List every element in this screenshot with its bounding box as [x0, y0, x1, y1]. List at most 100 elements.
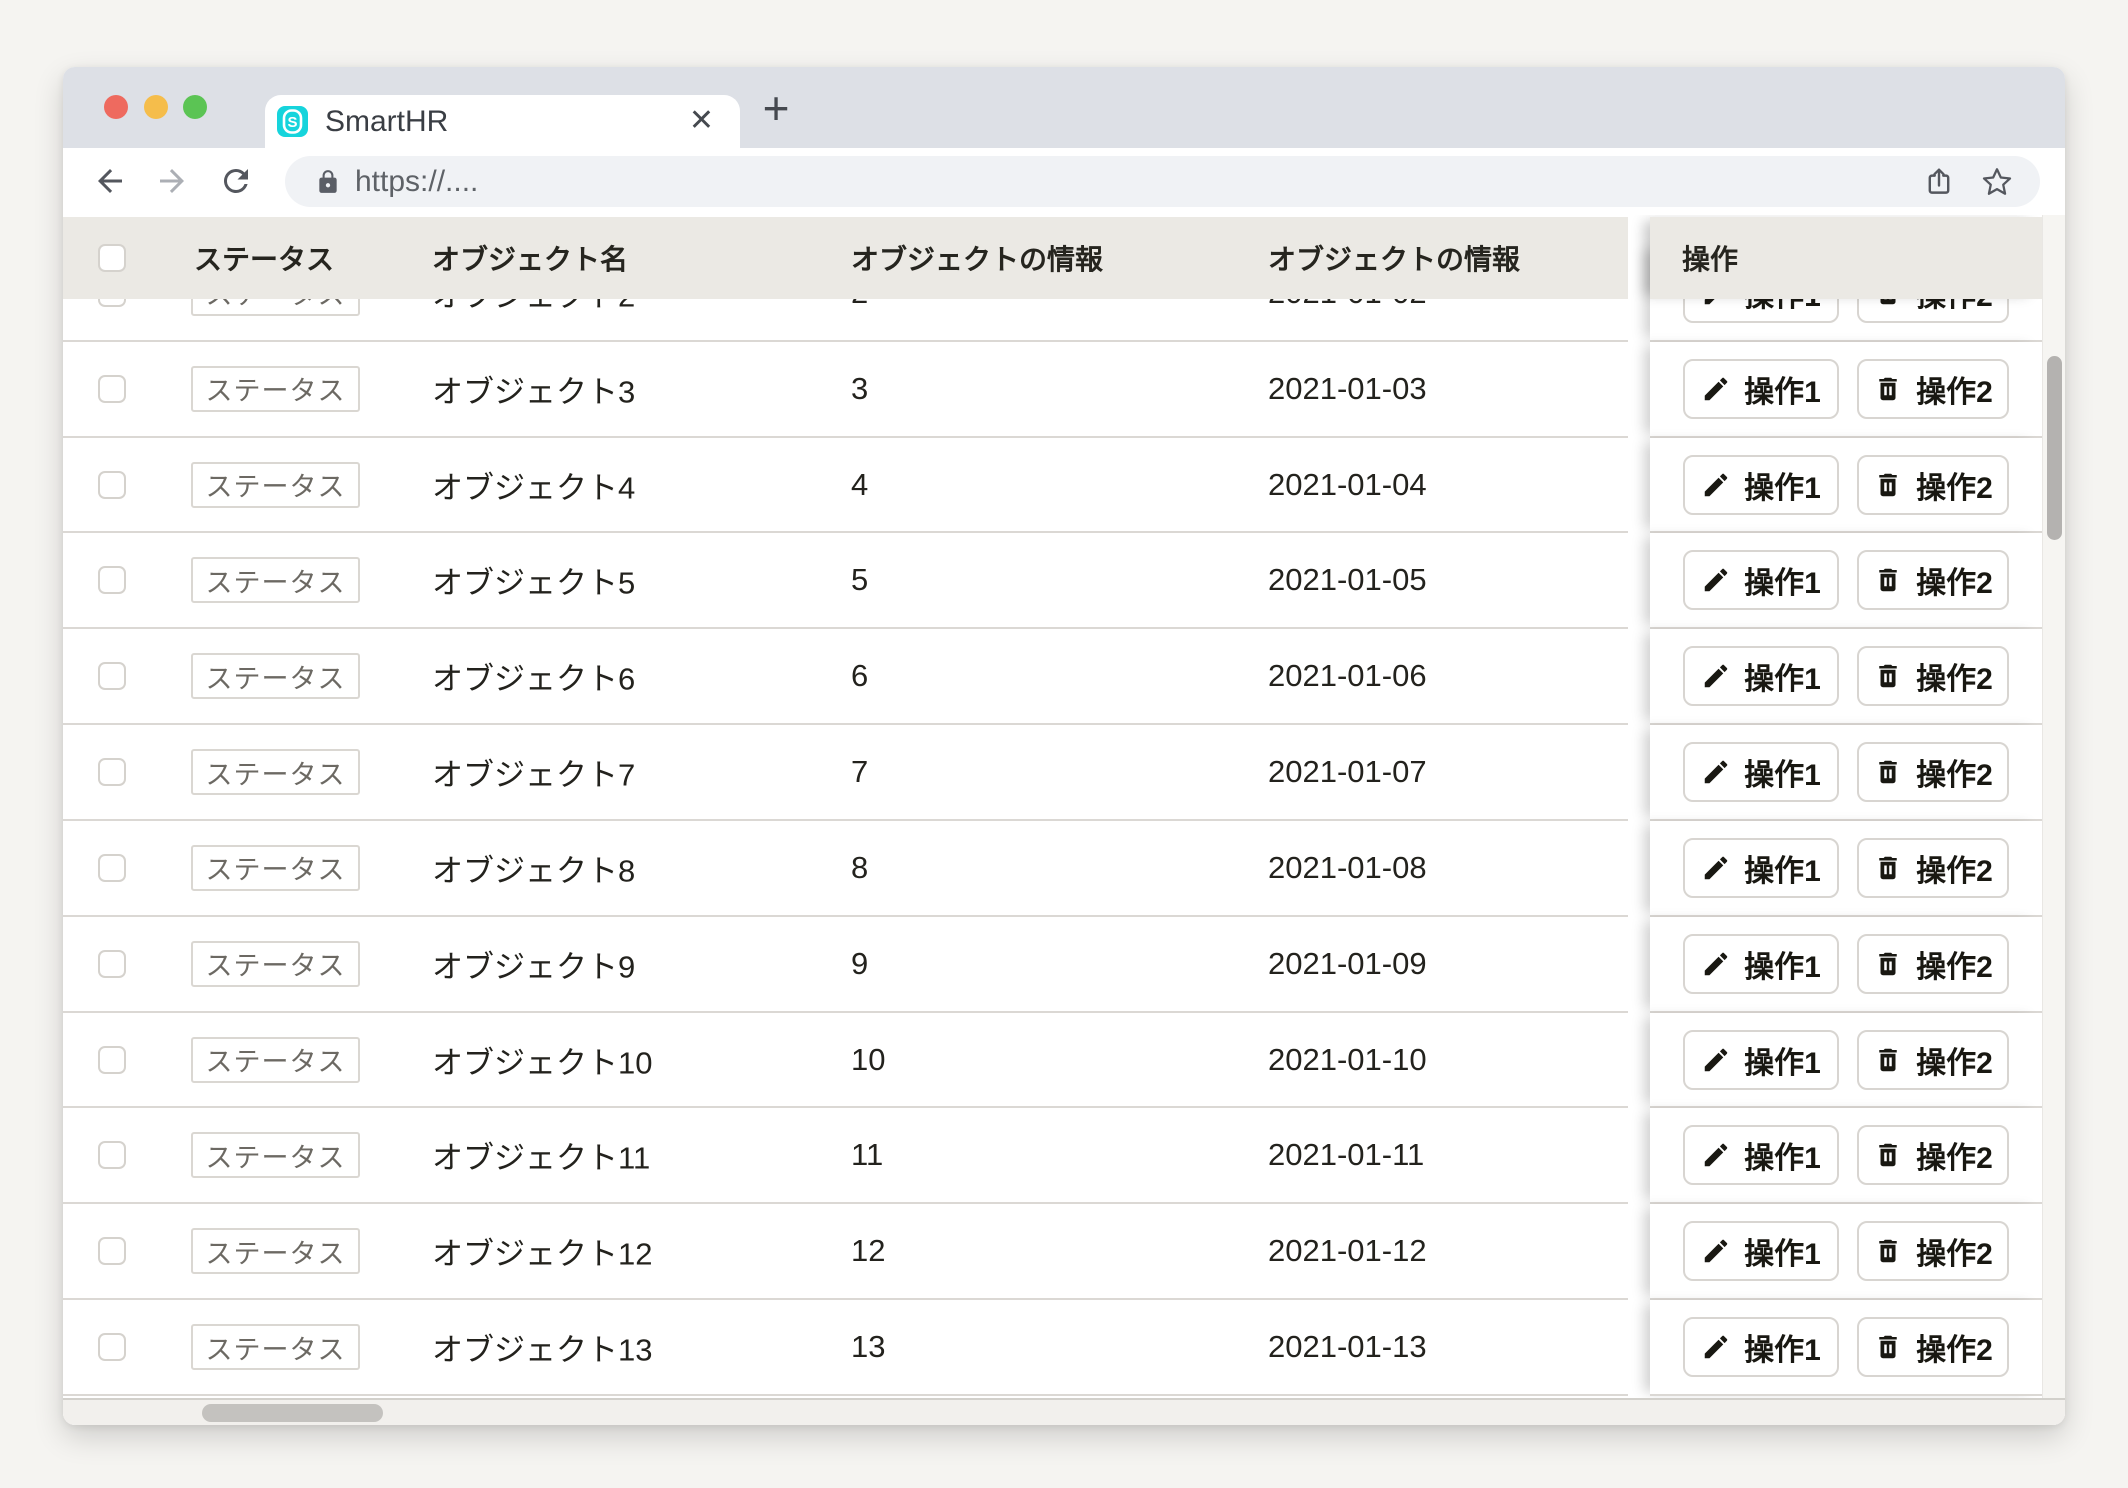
- tab-smarthr[interactable]: S SmartHR ✕: [265, 95, 740, 148]
- row-checkbox[interactable]: [98, 1237, 126, 1265]
- table-row-actions: 操作1 操作2: [1650, 629, 2042, 725]
- action1-button[interactable]: 操作1: [1683, 742, 1839, 802]
- action1-label: 操作1: [1744, 654, 1821, 698]
- action2-label: 操作2: [1916, 558, 1993, 602]
- table-row: ステータス オブジェクト4 4 2021-01-04 操作1 操作2: [63, 438, 2065, 534]
- action1-button[interactable]: 操作1: [1683, 550, 1839, 610]
- object-info1-cell: 10: [851, 1042, 885, 1078]
- horizontal-scrollbar[interactable]: [63, 1398, 2065, 1425]
- object-info2-cell: 2021-01-10: [1268, 1042, 1427, 1078]
- row-checkbox[interactable]: [98, 854, 126, 882]
- action2-button[interactable]: 操作2: [1857, 838, 2009, 898]
- table-row: ステータス オブジェクト3 3 2021-01-03 操作1 操作2: [63, 342, 2065, 438]
- row-checkbox[interactable]: [98, 1141, 126, 1169]
- object-info1-cell: 13: [851, 1329, 885, 1365]
- vertical-scrollbar-thumb[interactable]: [2047, 356, 2062, 540]
- table-row-main: ステータス オブジェクト3 3 2021-01-03: [63, 342, 1628, 438]
- tab-strip: S SmartHR ✕ +: [63, 67, 2065, 148]
- action1-button[interactable]: 操作1: [1683, 934, 1839, 994]
- action1-button[interactable]: 操作1: [1683, 359, 1839, 419]
- action1-label: 操作1: [1744, 942, 1821, 986]
- object-info2-cell: 2021-01-11: [1268, 1137, 1424, 1173]
- action2-label: 操作2: [1916, 942, 1993, 986]
- reload-icon[interactable]: [218, 163, 254, 199]
- object-info2-cell: 2021-01-08: [1268, 850, 1427, 886]
- row-checkbox[interactable]: [98, 375, 126, 403]
- trash-icon: [1873, 1045, 1903, 1075]
- trash-icon: [1873, 757, 1903, 787]
- pencil-icon: [1701, 661, 1731, 691]
- object-info2-cell: 2021-01-09: [1268, 946, 1427, 982]
- action1-label: 操作1: [1744, 463, 1821, 507]
- table-row-main: ステータス オブジェクト9 9 2021-01-09: [63, 917, 1628, 1013]
- action2-button[interactable]: 操作2: [1857, 742, 2009, 802]
- action2-button[interactable]: 操作2: [1857, 646, 2009, 706]
- minimize-window-button[interactable]: [144, 95, 168, 119]
- row-checkbox[interactable]: [98, 758, 126, 786]
- action2-button[interactable]: 操作2: [1857, 1317, 2009, 1377]
- status-badge: ステータス: [191, 1324, 360, 1370]
- lock-icon: [315, 169, 341, 195]
- zoom-window-button[interactable]: [183, 95, 207, 119]
- table-row: ステータス オブジェクト5 5 2021-01-05 操作1 操作2: [63, 533, 2065, 629]
- table-row-main: ステータス オブジェクト7 7 2021-01-07: [63, 725, 1628, 821]
- object-info1-cell: 11: [851, 1137, 883, 1173]
- action1-button[interactable]: 操作1: [1683, 1030, 1839, 1090]
- bookmark-star-icon[interactable]: [1980, 165, 2014, 199]
- status-badge-label: ステータス: [206, 465, 346, 504]
- action2-button[interactable]: 操作2: [1857, 1125, 2009, 1185]
- action2-label: 操作2: [1916, 750, 1993, 794]
- table-row-actions: 操作1 操作2: [1650, 342, 2042, 438]
- action1-button[interactable]: 操作1: [1683, 838, 1839, 898]
- close-window-button[interactable]: [104, 95, 128, 119]
- action1-button[interactable]: 操作1: [1683, 1317, 1839, 1377]
- forward-icon[interactable]: [154, 163, 190, 199]
- tab-close-icon[interactable]: ✕: [689, 95, 714, 148]
- object-name-cell: オブジェクト11: [432, 1133, 650, 1178]
- table-header-main: ステータス オブジェクト名 オブジェクトの情報 オブジェクトの情報: [63, 217, 1628, 299]
- action1-button[interactable]: 操作1: [1683, 455, 1839, 515]
- object-name-cell: オブジェクト13: [432, 1325, 652, 1370]
- status-badge: ステータス: [191, 941, 360, 987]
- new-tab-button[interactable]: +: [751, 87, 801, 133]
- back-icon[interactable]: [92, 163, 128, 199]
- object-info1-cell: 5: [851, 562, 868, 598]
- row-checkbox[interactable]: [98, 662, 126, 690]
- object-name-cell: オブジェクト9: [432, 941, 635, 986]
- status-badge: ステータス: [191, 653, 360, 699]
- action2-button[interactable]: 操作2: [1857, 1221, 2009, 1281]
- table-row-actions: 操作1 操作2: [1650, 1204, 2042, 1300]
- row-checkbox[interactable]: [98, 1333, 126, 1361]
- object-name-cell: オブジェクト4: [432, 462, 635, 507]
- select-all-checkbox[interactable]: [98, 244, 126, 272]
- action2-button[interactable]: 操作2: [1857, 455, 2009, 515]
- object-name-cell: オブジェクト6: [432, 654, 635, 699]
- action1-button[interactable]: 操作1: [1683, 1221, 1839, 1281]
- browser-toolbar: https://....: [63, 148, 2065, 215]
- action2-button[interactable]: 操作2: [1857, 1030, 2009, 1090]
- table-row: ステータス オブジェクト10 10 2021-01-10 操作1 操作2: [63, 1013, 2065, 1109]
- action2-button[interactable]: 操作2: [1857, 934, 2009, 994]
- action1-button[interactable]: 操作1: [1683, 646, 1839, 706]
- horizontal-scrollbar-thumb[interactable]: [202, 1404, 383, 1422]
- object-info2-cell: 2021-01-07: [1268, 754, 1427, 790]
- row-checkbox[interactable]: [98, 566, 126, 594]
- address-bar[interactable]: https://....: [285, 156, 2040, 207]
- table-row-actions: 操作1 操作2: [1650, 917, 2042, 1013]
- action1-label: 操作1: [1744, 1038, 1821, 1082]
- row-checkbox[interactable]: [98, 1046, 126, 1074]
- status-badge: ステータス: [191, 1228, 360, 1274]
- action1-label: 操作1: [1744, 846, 1821, 890]
- share-icon[interactable]: [1922, 165, 1956, 199]
- action2-button[interactable]: 操作2: [1857, 550, 2009, 610]
- vertical-scrollbar[interactable]: [2042, 215, 2065, 1425]
- action1-button[interactable]: 操作1: [1683, 1125, 1839, 1185]
- action2-label: 操作2: [1916, 1038, 1993, 1082]
- object-name-cell: オブジェクト10: [432, 1037, 652, 1082]
- row-checkbox[interactable]: [98, 471, 126, 499]
- object-info2-cell: 2021-01-13: [1268, 1329, 1427, 1365]
- table-row: ステータス オブジェクト13 13 2021-01-13 操作1 操作2: [63, 1300, 2065, 1396]
- status-badge-label: ステータス: [206, 369, 346, 408]
- action2-button[interactable]: 操作2: [1857, 359, 2009, 419]
- row-checkbox[interactable]: [98, 950, 126, 978]
